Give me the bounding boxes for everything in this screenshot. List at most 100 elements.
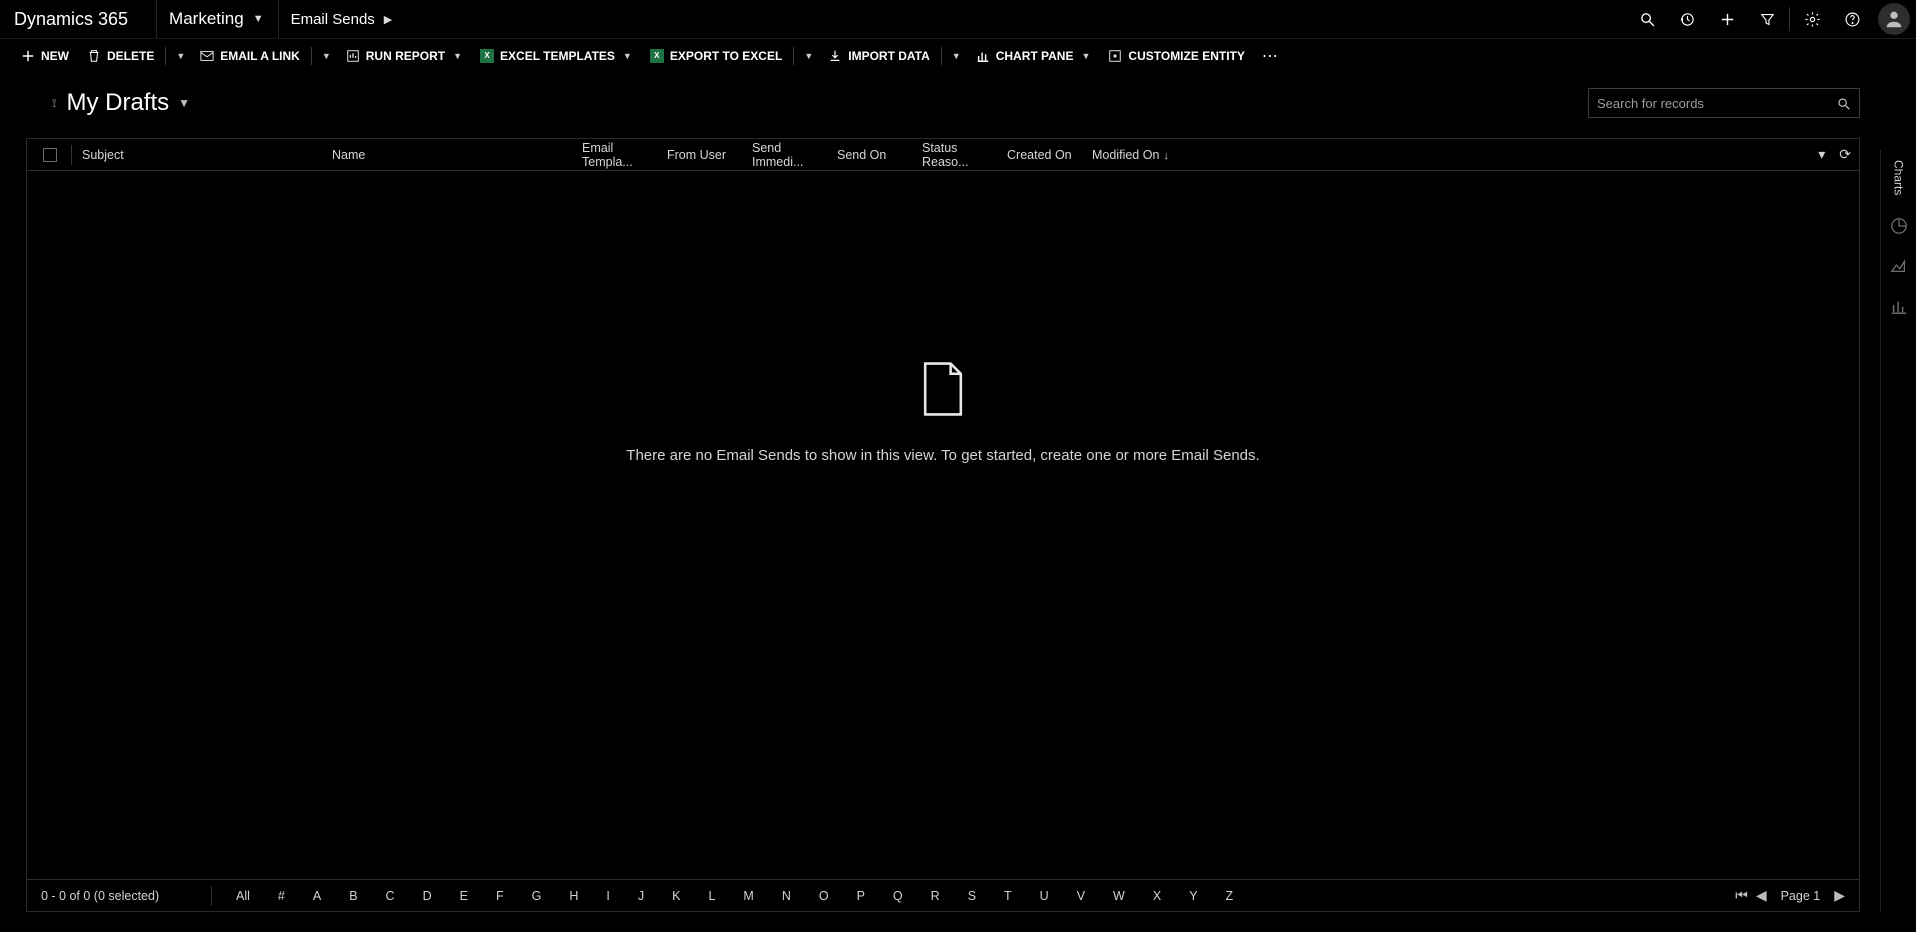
export-excel-dropdown[interactable]: ▼ xyxy=(796,39,819,73)
excel-export-icon: X xyxy=(650,49,664,63)
col-template[interactable]: Email Templa... xyxy=(582,141,667,169)
alpha-i[interactable]: I xyxy=(606,889,609,903)
export-excel-button[interactable]: X EXPORT TO EXCEL xyxy=(641,39,791,73)
view-name[interactable]: My Drafts xyxy=(66,89,169,117)
col-from-user[interactable]: From User xyxy=(667,148,752,162)
alpha-u[interactable]: U xyxy=(1040,889,1049,903)
excel-templates-button[interactable]: X EXCEL TEMPLATES ▼ xyxy=(471,39,641,73)
pager: ⏮ ◀ Page 1 ▶ xyxy=(1735,887,1845,904)
alpha-a[interactable]: A xyxy=(313,889,321,903)
prev-page-icon[interactable]: ◀ xyxy=(1756,887,1767,904)
alpha-p[interactable]: P xyxy=(857,889,865,903)
alpha-f[interactable]: F xyxy=(496,889,504,903)
refresh-icon[interactable]: ⟳ xyxy=(1839,146,1851,163)
chevron-down-icon: ▼ xyxy=(453,51,462,61)
alpha-#[interactable]: # xyxy=(278,889,285,903)
chevron-right-icon: ▶ xyxy=(384,13,392,26)
label: RUN REPORT xyxy=(366,49,445,63)
alpha-z[interactable]: Z xyxy=(1226,889,1234,903)
alpha-e[interactable]: E xyxy=(460,889,468,903)
area-switcher[interactable]: Marketing ▼ xyxy=(157,0,278,38)
chevron-down-icon: ▼ xyxy=(322,51,331,61)
plus-icon xyxy=(21,49,35,63)
col-send-immediately[interactable]: Send Immedi... xyxy=(752,141,837,169)
plus-icon[interactable] xyxy=(1707,0,1747,38)
alpha-n[interactable]: N xyxy=(782,889,791,903)
recent-icon[interactable] xyxy=(1667,0,1707,38)
gear-icon[interactable] xyxy=(1792,0,1832,38)
cmd-sep xyxy=(311,47,312,65)
main-pane: ⟟ My Drafts ▼ Subject Name Email Templa.… xyxy=(0,72,1880,932)
delete-button[interactable]: DELETE xyxy=(78,39,163,73)
footer-sep xyxy=(211,886,212,906)
alpha-m[interactable]: M xyxy=(743,889,753,903)
chevron-down-icon[interactable]: ▼ xyxy=(178,96,190,110)
label: EXCEL TEMPLATES xyxy=(500,49,615,63)
alpha-x[interactable]: X xyxy=(1153,889,1161,903)
alpha-r[interactable]: R xyxy=(931,889,940,903)
alpha-filter: All # A B C D E F G H I J K L M N O P Q R S T U V W X Y Z xyxy=(236,889,1735,903)
filter-icon[interactable] xyxy=(1747,0,1787,38)
email-link-dropdown[interactable]: ▼ xyxy=(314,39,337,73)
charts-rail: Charts xyxy=(1880,150,1916,912)
filter-toggle-icon[interactable]: ▾ xyxy=(1818,146,1825,163)
alpha-o[interactable]: O xyxy=(819,889,829,903)
delete-dropdown[interactable]: ▼ xyxy=(168,39,191,73)
charts-toggle[interactable]: Charts xyxy=(1892,160,1906,195)
top-nav: Dynamics 365 Marketing ▼ Email Sends ▶ xyxy=(0,0,1916,38)
alpha-c[interactable]: C xyxy=(386,889,395,903)
cmd-sep xyxy=(793,47,794,65)
label: IMPORT DATA xyxy=(848,49,930,63)
nav-divider xyxy=(1789,7,1790,31)
help-icon[interactable] xyxy=(1832,0,1872,38)
bar-chart-icon[interactable] xyxy=(1890,297,1908,315)
alpha-all[interactable]: All xyxy=(236,889,250,903)
breadcrumb-item[interactable]: Email Sends ▶ xyxy=(279,0,407,38)
area-chart-icon[interactable] xyxy=(1890,257,1908,275)
avatar[interactable] xyxy=(1878,3,1910,35)
new-button[interactable]: NEW xyxy=(12,39,78,73)
search-icon[interactable] xyxy=(1627,0,1667,38)
more-commands[interactable]: ⋯ xyxy=(1254,46,1288,66)
alpha-s[interactable]: S xyxy=(968,889,976,903)
search-input[interactable] xyxy=(1597,96,1833,111)
col-send-on[interactable]: Send On xyxy=(837,148,922,162)
customize-entity-button[interactable]: CUSTOMIZE ENTITY xyxy=(1099,39,1253,73)
chevron-down-icon: ▼ xyxy=(253,13,264,25)
search-box[interactable] xyxy=(1588,88,1860,118)
alpha-j[interactable]: J xyxy=(638,889,644,903)
alpha-v[interactable]: V xyxy=(1077,889,1085,903)
col-sep xyxy=(71,145,72,165)
alpha-q[interactable]: Q xyxy=(893,889,903,903)
col-subject[interactable]: Subject xyxy=(82,148,332,162)
grid: Subject Name Email Templa... From User S… xyxy=(26,138,1860,912)
alpha-d[interactable]: D xyxy=(423,889,432,903)
email-link-button[interactable]: EMAIL A LINK xyxy=(191,39,309,73)
brand[interactable]: Dynamics 365 xyxy=(14,9,128,30)
import-data-button[interactable]: IMPORT DATA xyxy=(819,39,939,73)
pie-chart-icon[interactable] xyxy=(1890,217,1908,235)
alpha-t[interactable]: T xyxy=(1004,889,1012,903)
run-report-button[interactable]: RUN REPORT ▼ xyxy=(337,39,471,73)
excel-icon: X xyxy=(480,49,494,63)
chart-pane-button[interactable]: CHART PANE ▼ xyxy=(967,39,1100,73)
col-status-reason[interactable]: Status Reaso... xyxy=(922,141,1007,169)
alpha-w[interactable]: W xyxy=(1113,889,1125,903)
alpha-y[interactable]: Y xyxy=(1189,889,1197,903)
chevron-down-icon: ▼ xyxy=(804,51,813,61)
alpha-k[interactable]: K xyxy=(672,889,680,903)
col-name[interactable]: Name xyxy=(332,148,582,162)
alpha-l[interactable]: L xyxy=(708,889,715,903)
col-created-on[interactable]: Created On xyxy=(1007,148,1092,162)
alpha-g[interactable]: G xyxy=(532,889,542,903)
first-page-icon[interactable]: ⏮ xyxy=(1735,887,1748,904)
import-data-dropdown[interactable]: ▼ xyxy=(944,39,967,73)
pin-icon[interactable]: ⟟ xyxy=(52,96,56,111)
page-label: Page 1 xyxy=(1781,889,1821,903)
select-all-checkbox[interactable] xyxy=(43,148,57,162)
next-page-icon[interactable]: ▶ xyxy=(1834,887,1845,904)
col-modified-on[interactable]: Modified On xyxy=(1092,148,1192,162)
alpha-b[interactable]: B xyxy=(349,889,357,903)
alpha-h[interactable]: H xyxy=(569,889,578,903)
search-button[interactable] xyxy=(1833,89,1853,117)
